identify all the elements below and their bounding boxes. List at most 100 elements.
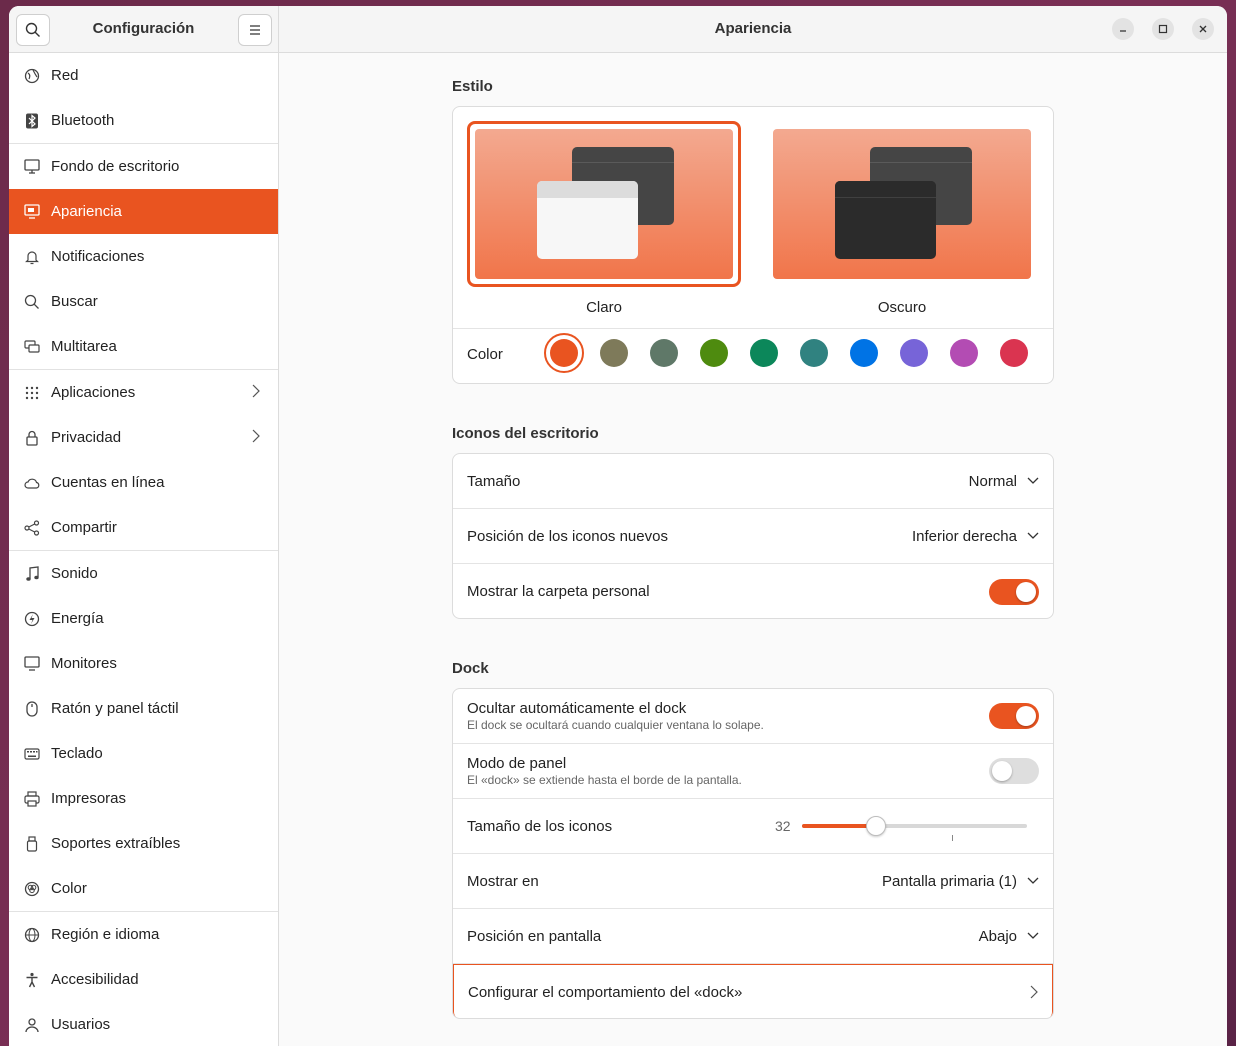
sidebar-item-privacidad[interactable]: Privacidad (9, 415, 278, 460)
share-icon (23, 519, 41, 537)
minimize-icon (1120, 30, 1126, 32)
slider-tick-mark (952, 835, 953, 841)
sidebar-item-label: Ratón y panel táctil (51, 700, 179, 717)
section-title-iconos: Iconos del escritorio (452, 425, 599, 442)
cloud-icon (23, 474, 41, 492)
sidebar-item-accesibilidad[interactable]: Accesibilidad (9, 957, 278, 1002)
dock-card: Ocultar automáticamente el dock El dock … (452, 688, 1054, 1019)
accessibility-icon (23, 971, 41, 989)
icon-size-row[interactable]: Tamaño Normal (453, 454, 1053, 509)
preview-front-window (835, 181, 936, 259)
sidebar-item-label: Privacidad (51, 429, 122, 446)
globe-icon (23, 67, 41, 85)
sidebar-item-soportes-extraibles[interactable]: Soportes extraíbles (9, 821, 278, 866)
sidebar-item-label: Color (51, 880, 87, 897)
color-swatch[interactable] (900, 339, 928, 367)
color-swatch[interactable] (550, 339, 578, 367)
sidebar-item-apariencia[interactable]: Apariencia (9, 189, 278, 234)
new-icons-position-label: Posición de los iconos nuevos (467, 527, 668, 545)
sidebar-item-notificaciones[interactable]: Notificaciones (9, 234, 278, 279)
panel-mode-row: Modo de panel El «dock» se extiende hast… (453, 744, 1053, 799)
show-on-row[interactable]: Mostrar en Pantalla primaria (1) (453, 854, 1053, 909)
printer-icon (23, 790, 41, 808)
autohide-toggle[interactable] (989, 703, 1039, 729)
color-icon (23, 880, 41, 898)
screen-position-row[interactable]: Posición en pantalla Abajo (453, 909, 1053, 964)
main-header: Apariencia (279, 6, 1227, 53)
sidebar-item-teclado[interactable]: Teclado (9, 731, 278, 776)
sidebar-item-label: Monitores (51, 655, 117, 672)
color-swatch[interactable] (950, 339, 978, 367)
maximize-button[interactable] (1152, 18, 1174, 40)
panel-mode-label: Modo de panel (467, 755, 567, 772)
sidebar-item-multitarea[interactable]: Multitarea (9, 324, 278, 369)
color-swatch[interactable] (850, 339, 878, 367)
color-swatch[interactable] (750, 339, 778, 367)
color-swatch[interactable] (800, 339, 828, 367)
color-swatch[interactable] (600, 339, 628, 367)
show-home-label: Mostrar la carpeta personal (467, 583, 650, 600)
configure-dock-row[interactable]: Configurar el comportamiento del «dock» (453, 964, 1053, 1018)
slider-fill (802, 824, 877, 828)
sidebar-item-raton[interactable]: Ratón y panel táctil (9, 686, 278, 731)
user-icon (23, 1016, 41, 1034)
show-home-toggle[interactable] (989, 578, 1039, 605)
icon-size-label: Tamaño (467, 472, 521, 490)
section-title-dock: Dock (452, 660, 489, 677)
sidebar-item-color[interactable]: Color (9, 866, 278, 911)
chevron-down-icon (1027, 477, 1039, 484)
usb-drive-icon (23, 835, 41, 853)
color-swatch[interactable] (650, 339, 678, 367)
sidebar-item-energia[interactable]: Energía (9, 596, 278, 641)
style-option-dark[interactable] (773, 129, 1031, 279)
color-swatch[interactable] (1000, 339, 1028, 367)
sidebar-item-buscar[interactable]: Buscar (9, 279, 278, 324)
sidebar-item-aplicaciones[interactable]: Aplicaciones (9, 370, 278, 415)
maximize-icon (1158, 24, 1168, 34)
minimize-button[interactable] (1112, 18, 1134, 40)
chevron-right-icon (1030, 985, 1038, 999)
section-title-estilo: Estilo (452, 78, 493, 95)
sidebar-item-label: Energía (51, 610, 104, 627)
hamburger-icon (250, 25, 260, 35)
sidebar-item-label: Compartir (51, 519, 117, 536)
chevron-down-icon (1027, 532, 1039, 539)
style-option-light[interactable] (475, 129, 733, 279)
sidebar-item-impresoras[interactable]: Impresoras (9, 776, 278, 821)
dock-icon-size-value: 32 (775, 818, 791, 834)
slider-handle[interactable] (866, 816, 887, 836)
color-swatch[interactable] (700, 339, 728, 367)
sidebar-item-sonido[interactable]: Sonido (9, 551, 278, 596)
autohide-label: Ocultar automáticamente el dock (467, 700, 687, 717)
style-light-label: Claro (586, 299, 622, 316)
sidebar-item-red[interactable]: Red (9, 53, 278, 98)
menu-button[interactable] (238, 14, 272, 46)
screen-position-value: Abajo (978, 927, 1017, 945)
sidebar-item-label: Red (51, 67, 79, 84)
autohide-description: El dock se ocultará cuando cualquier ven… (467, 718, 764, 732)
new-icons-position-value: Inferior derecha (911, 527, 1017, 545)
mouse-icon (23, 700, 41, 718)
sidebar-item-region-e-idioma[interactable]: Región e idioma (9, 912, 278, 957)
autohide-row: Ocultar automáticamente el dock El dock … (453, 689, 1053, 744)
sidebar-item-label: Impresoras (51, 790, 127, 807)
chevron-right-icon (252, 384, 260, 402)
sidebar-item-compartir[interactable]: Compartir (9, 505, 278, 550)
sidebar-item-label: Buscar (51, 293, 98, 310)
show-on-value: Pantalla primaria (1) (881, 872, 1017, 890)
sidebar-item-monitores[interactable]: Monitores (9, 641, 278, 686)
sidebar-item-fondo-de-escritorio[interactable]: Fondo de escritorio (9, 144, 278, 189)
panel-mode-toggle[interactable] (989, 758, 1039, 784)
sidebar-item-label: Cuentas en línea (51, 474, 165, 491)
lock-icon (23, 429, 41, 447)
preview-front-window (537, 181, 638, 259)
close-button[interactable] (1192, 18, 1214, 40)
sidebar-item-label: Sonido (51, 565, 98, 582)
sidebar-item-label: Teclado (51, 745, 103, 762)
chevron-down-icon (1027, 877, 1039, 884)
sidebar-item-cuentas-en-linea[interactable]: Cuentas en línea (9, 460, 278, 505)
new-icons-position-row[interactable]: Posición de los iconos nuevos Inferior d… (453, 509, 1053, 564)
sidebar-item-label: Multitarea (51, 338, 117, 355)
sidebar-item-bluetooth[interactable]: Bluetooth (9, 98, 278, 143)
sidebar-item-usuarios[interactable]: Usuarios (9, 1002, 278, 1046)
